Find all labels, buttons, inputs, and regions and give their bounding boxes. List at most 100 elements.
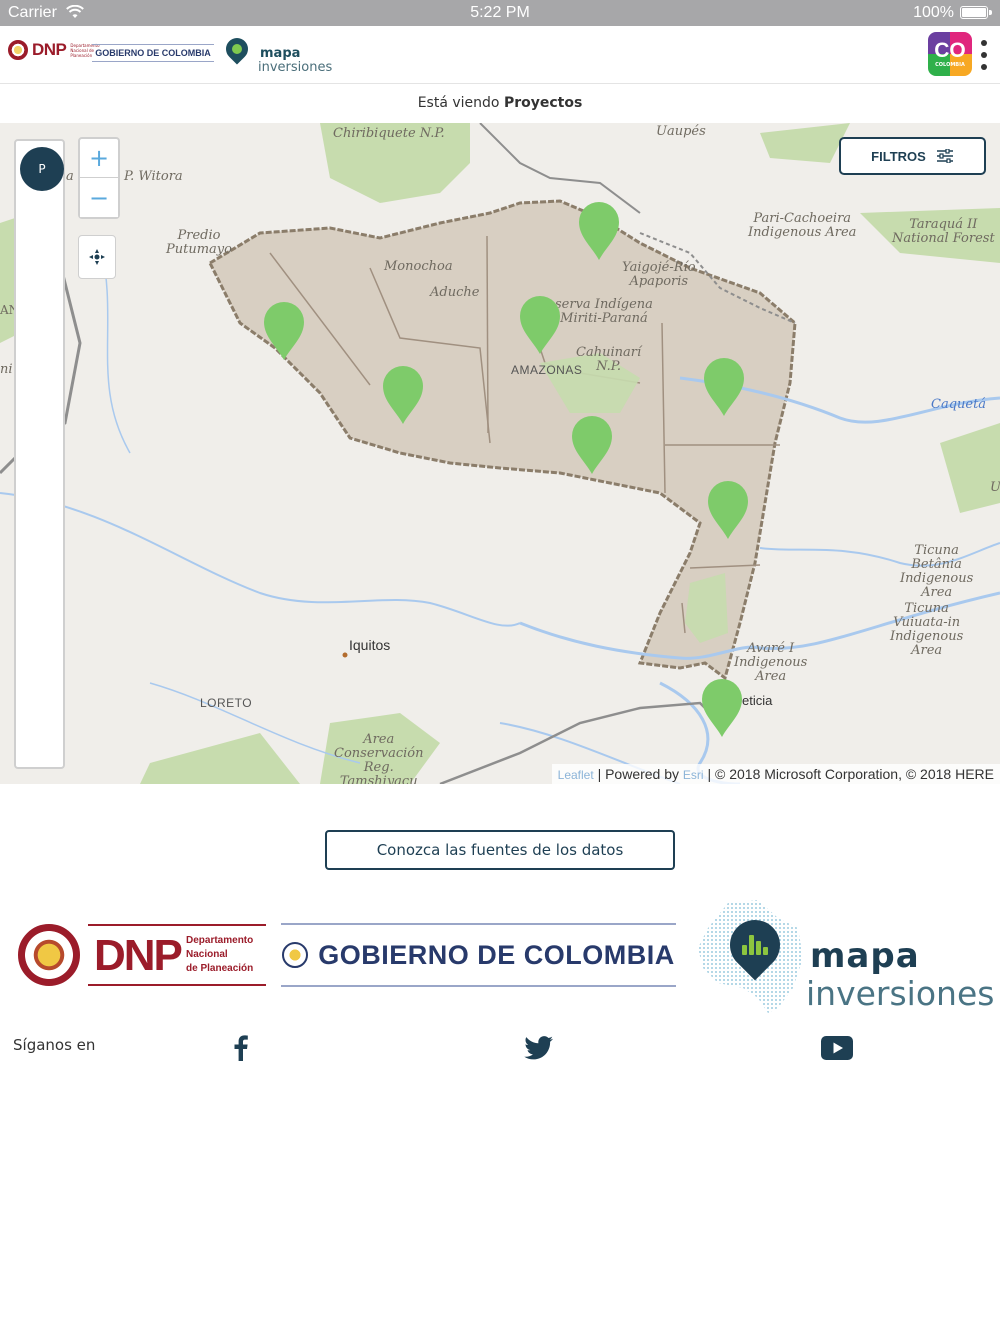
map-label-witora: P. Witora (124, 169, 183, 184)
app-header: DNP Departamento Nacional de Planeación … (0, 26, 1000, 84)
viewing-indicator: Está viendo Proyectos (0, 86, 1000, 122)
zoom-out-button[interactable]: − (80, 178, 118, 217)
viewing-value: Proyectos (503, 95, 583, 111)
map-pin-logo-icon (221, 33, 253, 65)
battery-icon (960, 6, 992, 19)
map-division-line (486, 235, 489, 434)
inversiones-logo-text: inversiones (258, 60, 333, 75)
co-logo-subtitle: COLOMBIA (935, 62, 965, 68)
map-label-caqueta: Caquetá (931, 397, 987, 412)
map-label-iquitos: Iquitos (349, 637, 391, 653)
youtube-link[interactable] (820, 1032, 854, 1064)
colombia-seal-icon (18, 924, 80, 986)
locate-button[interactable] (78, 235, 116, 279)
dnp-logo-footer[interactable]: DNP Departamento Nacional de Planeación (18, 920, 266, 990)
map-label-loreto: LORETO (200, 696, 253, 710)
menu-dot (981, 40, 987, 46)
dnp-footer-text: DNP (94, 931, 183, 980)
sliders-icon (936, 149, 953, 163)
layer-toggle-button[interactable]: P (20, 147, 64, 191)
app-screen: Carrier 5:22 PM 100% DNP Departamento Na… (0, 0, 1000, 1334)
mapa-logo-text: mapa (260, 46, 301, 61)
layer-panel[interactable]: P (14, 139, 65, 769)
gobierno-footer-text: GOBIERNO DE COLOMBIA (318, 939, 675, 970)
more-menu-button[interactable] (978, 40, 990, 70)
twitter-icon (524, 1036, 553, 1060)
project-marker[interactable] (519, 295, 561, 355)
map-label-amazonas: AMAZONAS (511, 363, 583, 377)
dnp-logo-block: DNP Departamento Nacional de Planeación (88, 924, 266, 986)
project-marker[interactable] (382, 365, 424, 425)
project-marker[interactable] (701, 678, 743, 738)
map-label-a-left: a (66, 169, 74, 184)
map-label-cahuinari: Cahuinarí N.P. (576, 345, 642, 374)
co-logo-text: CO (934, 39, 966, 62)
battery-percentage: 100% (913, 4, 954, 21)
colombia-seal-icon (8, 40, 28, 60)
project-marker[interactable] (703, 357, 745, 417)
gobierno-logo-header[interactable]: GOBIERNO DE COLOMBIA (92, 44, 214, 62)
map-label-chiribiquete: Chiribiquete N.P. (333, 126, 445, 141)
menu-dot (981, 64, 987, 70)
mapa-inversiones-logo-footer[interactable]: mapa inversiones (698, 898, 994, 1018)
leaflet-link[interactable]: Leaflet (558, 768, 594, 782)
map-label-aduche: Aduche (430, 285, 480, 300)
projects-map[interactable]: Chiribiquete N.P. Uaupés P. Witora a Pre… (0, 123, 1000, 784)
map-label-predio-putumayo: Predio Putumayo (166, 228, 232, 257)
dnp-sub-line: Nacional (186, 949, 228, 960)
map-park-area (760, 123, 850, 163)
follow-us-label: Síganos en (13, 1036, 96, 1054)
viewing-prefix: Está viendo (417, 95, 500, 111)
project-marker[interactable] (571, 415, 613, 475)
map-label-ni-left: ni (0, 362, 13, 377)
colombia-co-logo[interactable]: CO COLOMBIA (928, 32, 972, 76)
gobierno-logo-text: GOBIERNO DE COLOMBIA (95, 48, 211, 58)
filters-button[interactable]: FILTROS (839, 137, 986, 175)
youtube-icon (821, 1036, 853, 1060)
twitter-link[interactable] (522, 1032, 556, 1064)
menu-dot (981, 52, 987, 58)
project-marker[interactable] (578, 201, 620, 261)
map-label-reserva-miriti: serva Indígena Miriti-Paraná (555, 297, 653, 326)
map-label-avare: Avaré I Indigenous Area (734, 641, 808, 684)
dnp-footer-subtitle: Departamento Nacional de Planeación (186, 934, 253, 976)
map-attribution: Leaflet | Powered by Esri | © 2018 Micro… (551, 764, 1000, 784)
colombia-seal-icon (282, 942, 309, 968)
map-label-leticia: eticia (742, 693, 773, 708)
dnp-logo-header[interactable]: DNP Departamento Nacional de Planeación (8, 40, 100, 60)
gobierno-logo-footer[interactable]: GOBIERNO DE COLOMBIA (281, 923, 676, 987)
map-label-ticuna-vuiuata: Ticuna Vuiuata-in Indigenous Area (890, 601, 964, 658)
map-label-pari-cachoeira: Pari-Cachoeira Indigenous Area (748, 211, 857, 240)
dnp-sub-line: Departamento (186, 935, 254, 946)
facebook-icon (234, 1035, 248, 1061)
project-marker[interactable] (263, 301, 305, 361)
map-label-monochoa: Monochoa (384, 259, 453, 274)
crosshair-icon (89, 249, 105, 265)
map-label-area-conservacion: Area Conservación Reg. Tamshiyacu (334, 732, 424, 785)
facebook-link[interactable] (224, 1032, 258, 1064)
map-park-area (140, 733, 300, 784)
esri-link[interactable]: Esri (683, 768, 704, 782)
powered-by-text: | Powered by (597, 766, 680, 782)
map-label-taraqua: Taraquá II National Forest (892, 217, 995, 246)
map-city-dot (342, 652, 348, 658)
inversiones-footer-text: inversiones (806, 974, 995, 1013)
map-label-ticuna-betania: Ticuna Betânia Indigenous Area (900, 543, 974, 600)
map-river (0, 492, 521, 627)
dnp-logo-text: DNP (32, 40, 67, 59)
dnp-sub-line: de Planeación (186, 963, 254, 974)
map-label-u-right: U (990, 480, 1000, 495)
status-bar: Carrier 5:22 PM 100% (0, 0, 1000, 26)
copyright-text: | © 2018 Microsoft Corporation, © 2018 H… (707, 766, 994, 782)
mapa-footer-text: mapa (810, 936, 920, 976)
project-marker[interactable] (707, 480, 749, 540)
bar-chart-icon (742, 931, 768, 955)
map-label-uaupes: Uaupés (656, 124, 706, 139)
clock: 5:22 PM (470, 4, 530, 21)
filters-label: FILTROS (871, 148, 926, 164)
map-label-yaigoje: Yaigojé-Río Apaporis (622, 260, 696, 289)
zoom-in-button[interactable]: + (80, 139, 118, 178)
map-park-area (940, 423, 1000, 513)
zoom-control: + − (78, 137, 120, 219)
data-sources-button[interactable]: Conozca las fuentes de los datos (325, 830, 675, 870)
